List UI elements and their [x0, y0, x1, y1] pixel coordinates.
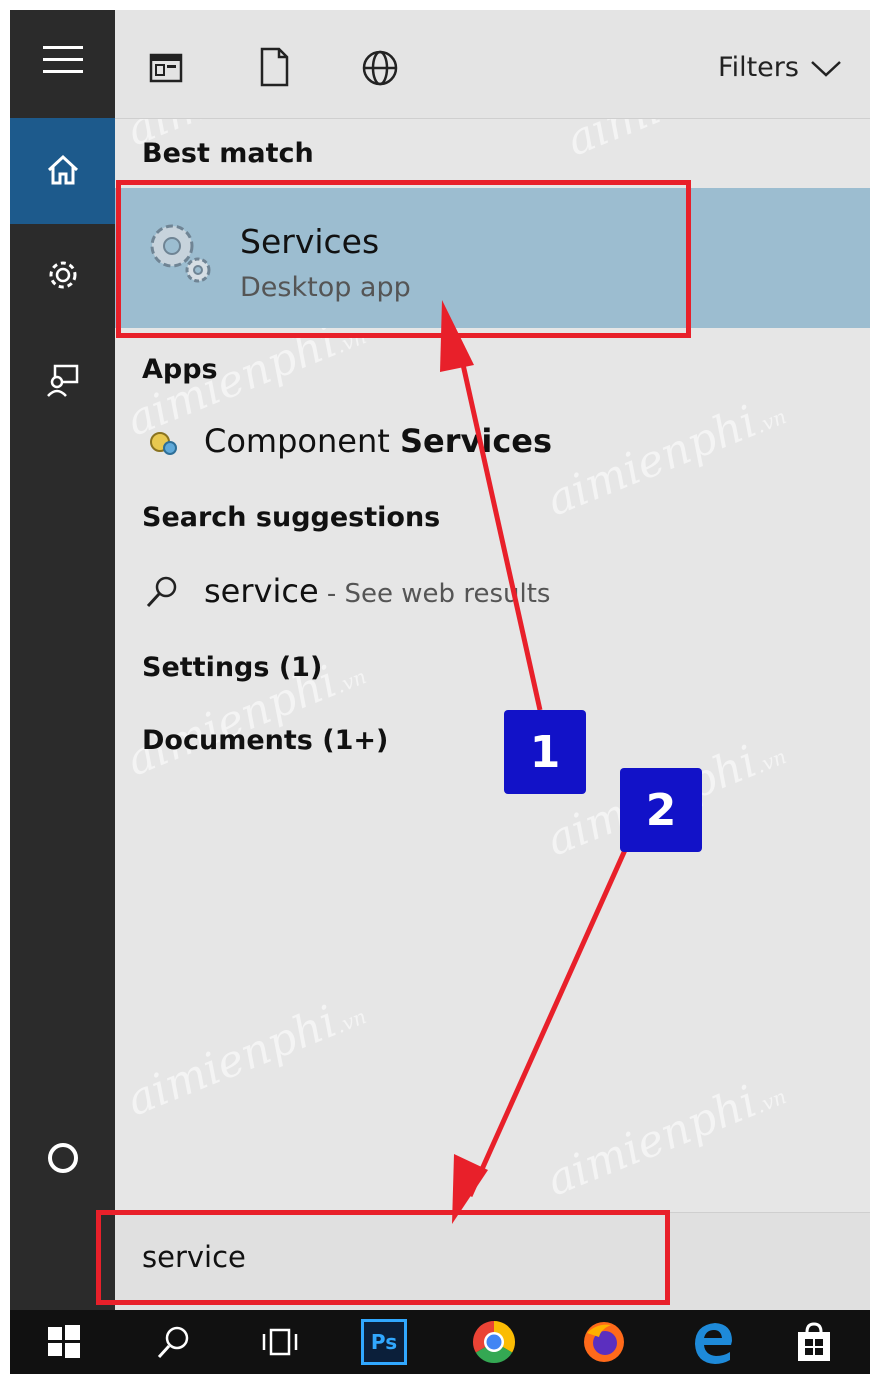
- arrow-1-line: [455, 341, 543, 711]
- arrow-2-line: [467, 848, 628, 1198]
- arrow-1-head: [440, 300, 474, 372]
- annotation-arrows: [440, 300, 628, 1224]
- annotation-badge-1: 1: [504, 710, 586, 794]
- annotation-badge-2: 2: [620, 768, 702, 852]
